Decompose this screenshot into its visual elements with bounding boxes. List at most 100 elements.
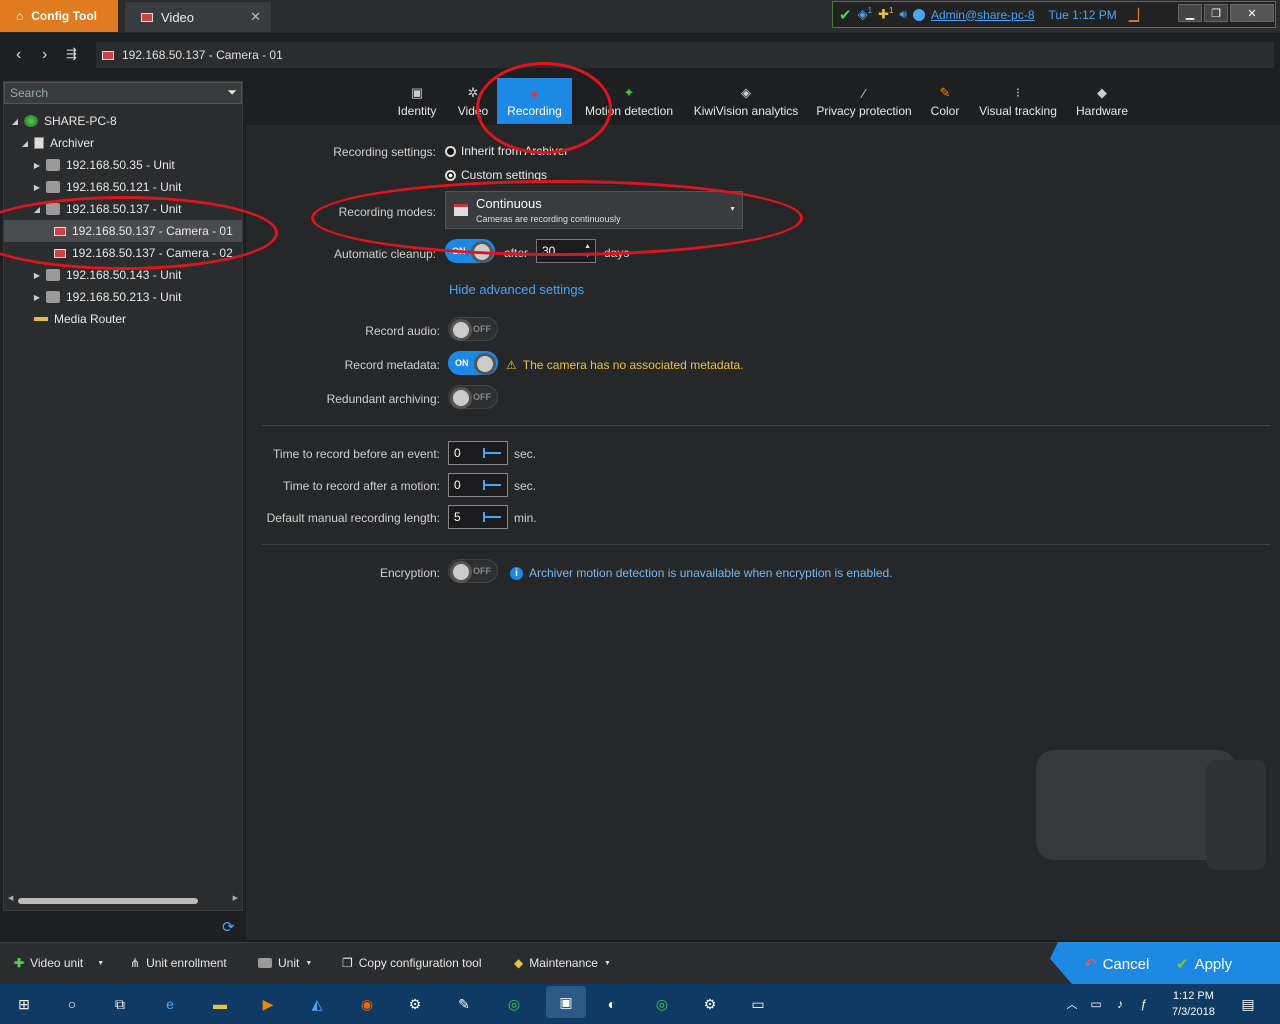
apply-button[interactable]: ✔ Apply [1176,955,1232,974]
refresh-icon[interactable]: ⟳ [222,918,235,936]
health-warning-icon[interactable]: ✚1 [878,6,893,22]
slider-icon[interactable] [483,512,501,522]
security-desk-icon[interactable]: ◐ [600,992,624,1016]
slider-icon[interactable] [483,448,501,458]
tray-chevron-icon[interactable]: ︿ [1060,992,1084,1016]
encryption-toggle[interactable]: OFF [448,559,498,583]
config-tool-tab[interactable]: ⌂ Config Tool [0,0,118,32]
collapse-icon[interactable]: ▶ [32,271,42,280]
forward-icon[interactable]: › [42,46,47,64]
chrome-icon-2[interactable]: ◎ [650,992,674,1016]
cancel-button[interactable]: ↶ Cancel [1084,955,1149,974]
tree-node-archiver[interactable]: ◢ Archiver [4,132,242,154]
inherit-radio[interactable]: Inherit from Archiver [445,144,568,158]
collapse-icon[interactable]: ▶ [32,183,42,192]
redundant-archiving-toggle[interactable]: OFF [448,385,498,409]
health-ok-icon[interactable]: ✔ [839,6,852,24]
radio-unchecked-icon [445,145,456,157]
slider-icon[interactable] [483,480,501,490]
filter-icon[interactable]: ⏷ [227,85,237,100]
video-unit-button[interactable]: ✚ Video unit ▼ [14,956,104,970]
close-icon[interactable]: ✕ [250,9,261,25]
tree-node-unit[interactable]: ▶ 192.168.50.213 - Unit [4,286,242,308]
firefox-icon[interactable]: ◉ [355,992,379,1016]
search-input[interactable]: Search ⏷ [4,82,242,104]
edge-icon[interactable]: e [158,992,182,1016]
video-tab[interactable]: Video ✕ [125,2,271,32]
terminal-icon[interactable]: ▭ [746,992,770,1016]
windows-start-icon[interactable]: ⊞ [12,992,36,1016]
scrollbar-thumb[interactable] [18,898,198,904]
close-window-button[interactable]: ✕ [1230,4,1274,22]
manual-length-field[interactable]: 5 [448,505,508,529]
tab-kiwivision[interactable]: ◈ KiwiVision analytics [690,78,802,124]
paint-icon[interactable]: ✎ [452,992,476,1016]
copy-configuration-button[interactable]: ❐ Copy configuration tool [342,956,482,970]
horizontal-scrollbar[interactable]: ◀ ▶ [8,894,238,906]
address-path[interactable]: 192.168.50.137 - Camera - 01 [96,42,1274,68]
tree-node-unit[interactable]: ▶ 192.168.50.35 - Unit [4,154,242,176]
action-center-icon[interactable]: ▤ [1236,992,1260,1016]
task-view-icon[interactable]: ⧉ [108,992,132,1016]
network-tray-icon[interactable]: ▭ [1084,992,1108,1016]
collapse-icon[interactable]: ▶ [32,161,42,170]
network-icon[interactable]: ⇶ [66,46,77,62]
custom-settings-radio[interactable]: Custom settings [445,168,547,182]
taskbar-clock[interactable]: 1:12 PM 7/3/2018 [1172,988,1215,1020]
maintenance-button[interactable]: ◆ Maintenance ▼ [514,956,611,970]
config-tool-taskbar-icon[interactable]: ▣ [546,986,586,1018]
tree-node-root[interactable]: ◢ SHARE-PC-8 [4,110,242,132]
unit-enrollment-button[interactable]: ⋔ Unit enrollment [130,956,227,970]
tree-node-unit[interactable]: ▶ 192.168.50.143 - Unit [4,264,242,286]
cleanup-days-stepper[interactable]: 30 ▲ ▼ [536,239,596,263]
tab-motion-detection[interactable]: ✦ Motion detection [579,78,679,124]
notifications-icon[interactable]: ◈1 [858,6,872,22]
analytics-icon: ◈ [741,85,751,100]
tree-node-camera-selected[interactable]: 192.168.50.137 - Camera - 01 [4,220,242,242]
tab-video[interactable]: ✲ Video [450,78,496,124]
post-motion-field[interactable]: 0 [448,473,508,497]
chevron-down-icon[interactable]: ▼ [97,960,104,967]
chrome-icon[interactable]: ◎ [502,992,526,1016]
settings-gear-icon[interactable]: ⚙ [403,992,427,1016]
tab-hardware[interactable]: ◆ Hardware [1074,78,1130,124]
volume-icon[interactable]: 🔊︎ [899,7,907,22]
tab-identity[interactable]: ▣ Identity [386,78,448,124]
unit-menu-button[interactable]: Unit ▼ [258,956,312,970]
tab-recording[interactable]: ● Recording [497,78,572,124]
scroll-left-icon[interactable]: ◀ [8,894,13,902]
settings-icon[interactable]: ⚙ [698,992,722,1016]
record-audio-toggle[interactable]: OFF [448,317,498,341]
pen-tray-icon[interactable]: ƒ [1132,992,1156,1016]
minimize-button[interactable]: ▁ [1178,4,1202,22]
collapse-icon[interactable]: ▶ [32,293,42,302]
expand-icon[interactable]: ◢ [32,205,42,214]
back-icon[interactable]: ‹ [16,46,21,64]
volume-tray-icon[interactable]: ♪ [1108,992,1132,1016]
pre-event-field[interactable]: 0 [448,441,508,465]
file-explorer-icon[interactable]: ▬ [208,992,232,1016]
dock-icon[interactable]: ▁▏ [1129,8,1147,22]
hide-advanced-settings-link[interactable]: Hide advanced settings [449,282,584,297]
tree-node-media-router[interactable]: Media Router [4,308,242,330]
cortana-icon[interactable]: ○ [60,992,84,1016]
stepper-arrows-icon[interactable]: ▲ ▼ [584,242,591,260]
scroll-right-icon[interactable]: ▶ [233,894,238,902]
user-link[interactable]: Admin@share-pc-8 [931,8,1035,22]
automatic-cleanup-toggle[interactable]: ON [445,239,495,263]
media-player-icon[interactable]: ▶ [256,992,280,1016]
tab-color[interactable]: ✎ Color [926,78,964,124]
record-metadata-toggle[interactable]: ON [448,351,498,375]
restore-button[interactable]: ❐ [1204,4,1228,22]
tree-node-unit[interactable]: ◢ 192.168.50.137 - Unit [4,198,242,220]
expand-icon[interactable]: ◢ [20,139,30,148]
tree-node-camera[interactable]: 192.168.50.137 - Camera - 02 [4,242,242,264]
tab-privacy-protection[interactable]: ⁄ Privacy protection [812,78,916,124]
tab-visual-tracking[interactable]: ⁝ Visual tracking [976,78,1060,124]
video-tab-label: Video [161,9,195,25]
expand-icon[interactable]: ◢ [10,117,20,126]
recording-modes-dropdown[interactable]: Continuous Cameras are recording continu… [445,191,743,229]
shark-app-icon[interactable]: ◭ [305,992,329,1016]
tree-node-unit[interactable]: ▶ 192.168.50.121 - Unit [4,176,242,198]
encryption-info: i Archiver motion detection is unavailab… [510,566,893,580]
